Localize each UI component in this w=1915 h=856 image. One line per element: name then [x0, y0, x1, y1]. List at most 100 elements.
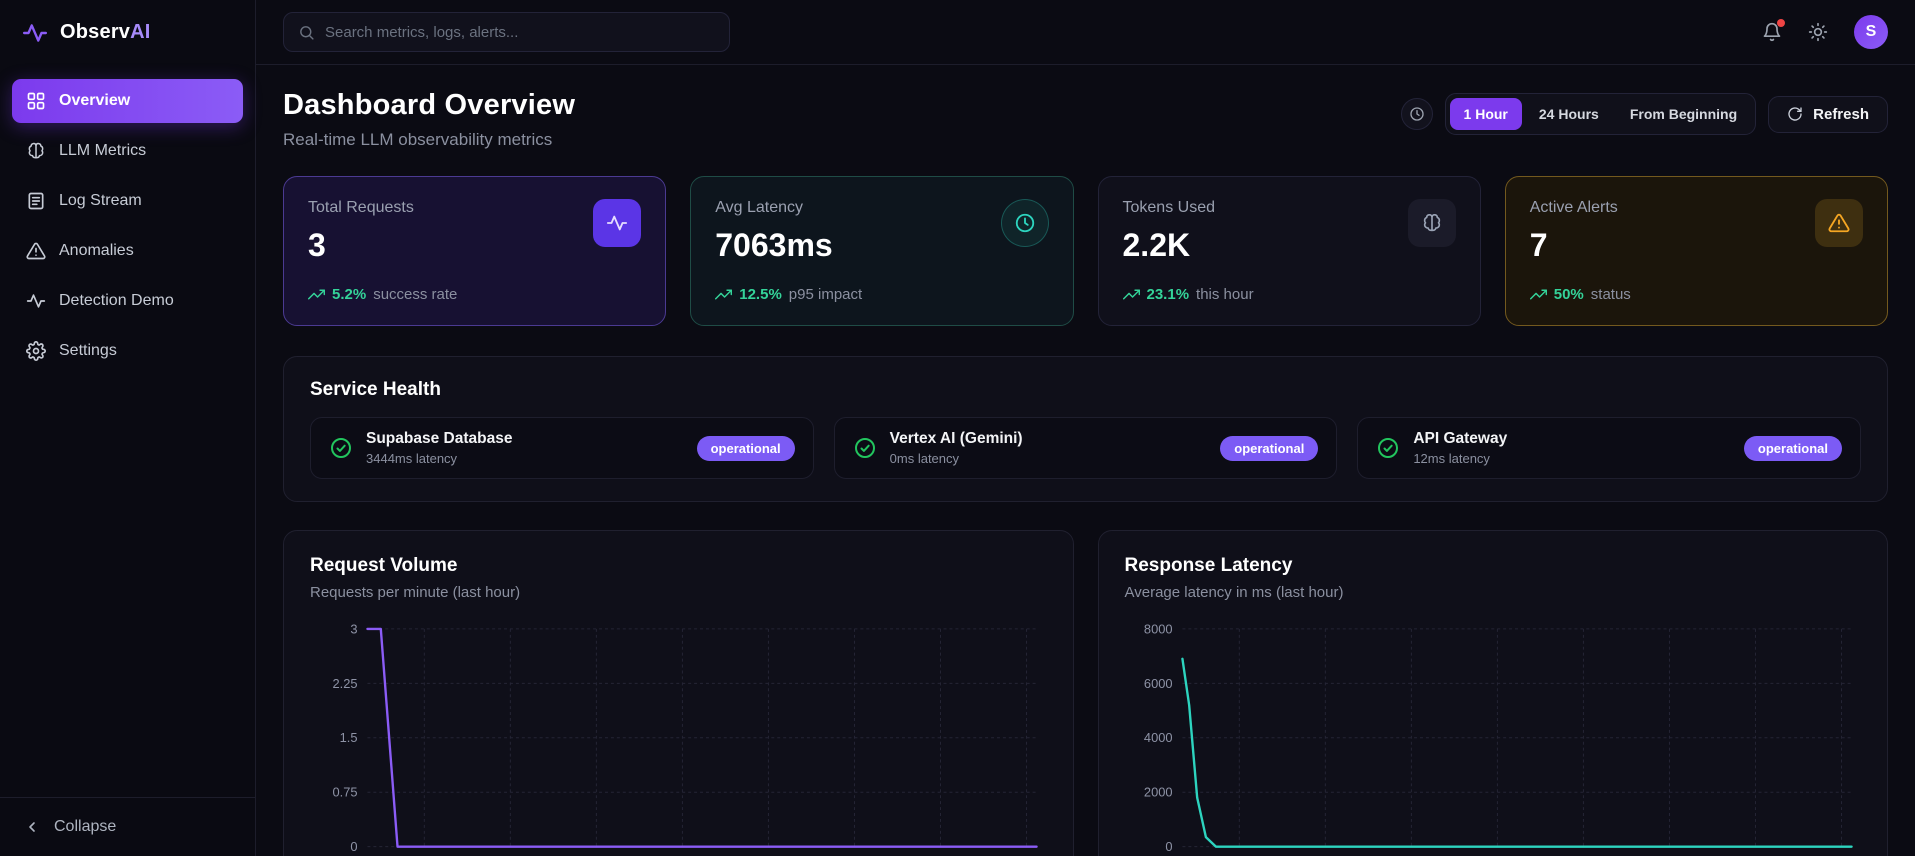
trend-percent: 23.1%: [1146, 286, 1190, 303]
trending-up-icon: [1122, 286, 1140, 303]
response-latency-chart-card: Response Latency Average latency in ms (…: [1097, 530, 1888, 856]
stat-card-text: Avg Latency 7063ms: [715, 199, 832, 264]
sidebar-item-llm-metrics[interactable]: LLM Metrics: [12, 129, 243, 173]
service-text: API Gateway 12ms latency: [1413, 430, 1507, 466]
refresh-label: Refresh: [1813, 105, 1869, 123]
check-circle-icon: [1376, 436, 1400, 460]
sidebar-item-label: Log Stream: [59, 192, 142, 209]
stat-card-top: Tokens Used 2.2K: [1123, 199, 1456, 264]
brand: ObservAI: [0, 0, 255, 65]
request-volume-chart: 00.751.52.25304:50 PM04:58 PM05:05 PM05:…: [310, 619, 1047, 856]
trend-note: success rate: [373, 286, 458, 303]
svg-text:2000: 2000: [1143, 785, 1172, 800]
sidebar-item-settings[interactable]: Settings: [12, 329, 243, 373]
page-title: Dashboard Overview: [283, 89, 576, 121]
history-clock-button[interactable]: [1400, 98, 1433, 130]
stat-value: 7063ms: [715, 227, 833, 263]
trend-percent: 12.5%: [739, 286, 782, 303]
sidebar-item-label: LLM Metrics: [59, 142, 147, 159]
service-text: Vertex AI (Gemini) 0ms latency: [890, 430, 1023, 466]
svg-text:2.25: 2.25: [333, 676, 358, 691]
refresh-icon: [1787, 106, 1803, 122]
app-window: ObservAI Overview LLM Metrics Log Stream…: [0, 0, 1915, 856]
range-1-hour-button[interactable]: 1 Hour: [1449, 98, 1522, 130]
sidebar-item-detection-demo[interactable]: Detection Demo: [12, 279, 243, 323]
brand-name: ObservAI: [60, 21, 151, 43]
service-item-vertex-ai: Vertex AI (Gemini) 0ms latency operation…: [833, 417, 1338, 479]
stat-trend: 50% status: [1529, 286, 1863, 303]
clock-icon: [1000, 199, 1049, 247]
check-circle-icon: [853, 436, 877, 460]
search-bar[interactable]: [283, 12, 730, 52]
pulse-icon: [26, 291, 46, 311]
service-name: Vertex AI (Gemini): [889, 430, 1023, 447]
stat-trend: 5.2% success rate: [308, 286, 641, 303]
check-circle-icon: [329, 436, 353, 460]
stat-value: 7: [1529, 227, 1548, 263]
notification-dot: [1777, 19, 1785, 27]
trend-percent: 50%: [1553, 286, 1584, 303]
notifications-button[interactable]: [1762, 19, 1785, 42]
chevron-left-icon: [24, 819, 40, 835]
search-input[interactable]: [325, 23, 715, 41]
chart-subtitle: Average latency in ms (last hour): [1124, 584, 1344, 601]
service-health-panel: Service Health Supabase Database 3444ms …: [283, 356, 1888, 502]
search-icon: [298, 24, 315, 41]
refresh-button[interactable]: Refresh: [1768, 95, 1888, 133]
gear-icon: [26, 341, 46, 361]
alert-triangle-icon: [1815, 199, 1863, 247]
services-list: Supabase Database 3444ms latency operati…: [310, 417, 1861, 479]
service-latency: 12ms latency: [1413, 451, 1490, 466]
alert-triangle-icon: [26, 241, 46, 261]
service-health-title: Service Health: [310, 379, 441, 400]
stat-label: Avg Latency: [715, 199, 804, 216]
trend-note: status: [1590, 286, 1631, 303]
service-item-api-gateway: API Gateway 12ms latency operational: [1357, 417, 1861, 479]
stat-label: Active Alerts: [1529, 199, 1618, 216]
service-text: Supabase Database 3444ms latency: [366, 430, 512, 466]
sidebar-item-log-stream[interactable]: Log Stream: [12, 179, 243, 223]
brain-icon: [1407, 199, 1456, 247]
sidebar-item-overview[interactable]: Overview: [12, 79, 243, 123]
stat-trend: 23.1% this hour: [1122, 286, 1456, 303]
sun-icon: [1808, 22, 1828, 42]
brain-icon: [26, 141, 46, 161]
trend-note: this hour: [1196, 286, 1254, 303]
charts-grid: Request Volume Requests per minute (last…: [283, 530, 1888, 856]
avatar-initial: S: [1865, 23, 1877, 40]
sidebar-item-anomalies[interactable]: Anomalies: [12, 229, 243, 273]
stat-card-top: Avg Latency 7063ms: [715, 199, 1049, 264]
range-24-hours-button[interactable]: 24 Hours: [1525, 98, 1613, 130]
avatar[interactable]: S: [1854, 15, 1888, 49]
status-badge: operational: [1220, 435, 1319, 461]
time-range-selector: 1 Hour 24 Hours From Beginning: [1444, 93, 1757, 135]
collapse-button[interactable]: Collapse: [0, 797, 255, 856]
topbar-actions: S: [1762, 15, 1888, 49]
stat-card-top: Active Alerts 7: [1530, 199, 1863, 264]
log-icon: [26, 191, 46, 211]
service-item-supabase: Supabase Database 3444ms latency operati…: [310, 417, 814, 479]
stat-card-tokens-used: Tokens Used 2.2K 23.1% this hour: [1097, 176, 1481, 326]
trend-note: p95 impact: [788, 286, 863, 303]
chart-title: Response Latency: [1124, 555, 1293, 576]
clock-icon: [1409, 106, 1425, 122]
svg-text:0.75: 0.75: [333, 785, 358, 800]
range-from-beginning-button[interactable]: From Beginning: [1616, 98, 1751, 130]
stat-label: Tokens Used: [1122, 199, 1216, 216]
sidebar: ObservAI Overview LLM Metrics Log Stream…: [0, 0, 256, 856]
service-name: API Gateway: [1413, 430, 1508, 447]
stat-card-avg-latency: Avg Latency 7063ms 12.5% p95 impact: [690, 176, 1074, 326]
topbar: S: [256, 0, 1915, 65]
svg-text:0: 0: [1165, 839, 1172, 854]
theme-toggle-button[interactable]: [1808, 22, 1828, 42]
sidebar-item-label: Overview: [59, 92, 131, 109]
sidebar-item-label: Settings: [59, 342, 117, 359]
request-volume-chart-card: Request Volume Requests per minute (last…: [283, 530, 1074, 856]
collapse-label: Collapse: [54, 818, 117, 835]
service-name: Supabase Database: [366, 430, 513, 447]
stat-label: Total Requests: [308, 199, 414, 216]
svg-text:8000: 8000: [1143, 621, 1172, 636]
page-subtitle: Real-time LLM observability metrics: [283, 130, 553, 149]
grid-icon: [26, 91, 46, 111]
sidebar-nav: Overview LLM Metrics Log Stream Anomalie…: [0, 65, 255, 387]
